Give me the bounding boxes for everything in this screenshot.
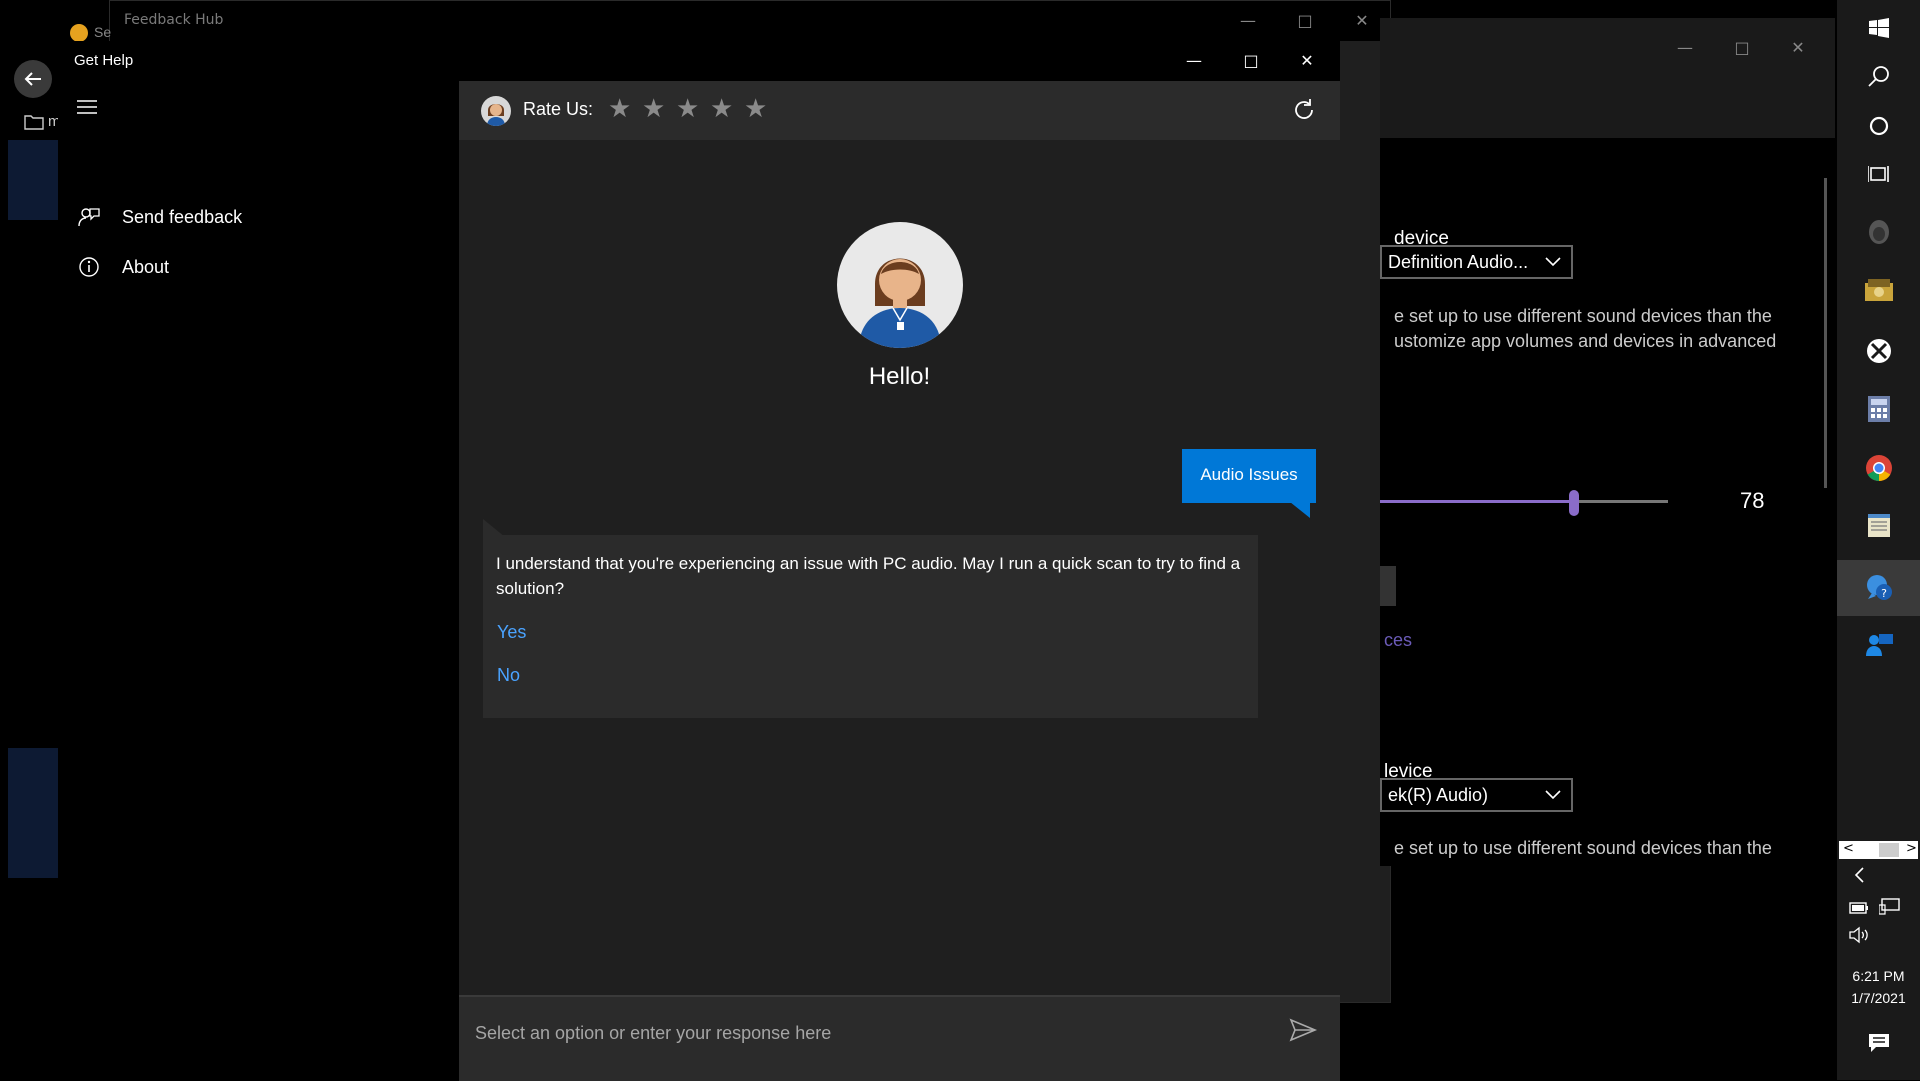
app-badge-icon bbox=[70, 24, 88, 42]
volume-value: 78 bbox=[1740, 488, 1765, 513]
chrome-icon[interactable] bbox=[1837, 440, 1920, 496]
rating-star-4[interactable]: ★ bbox=[710, 96, 733, 122]
feedback-icon bbox=[78, 208, 100, 227]
option-yes[interactable]: Yes bbox=[497, 622, 526, 643]
get-help-window: Get Help — □ ✕ Send feedback About Rate … bbox=[58, 41, 1340, 1081]
option-no[interactable]: No bbox=[497, 665, 520, 686]
info-icon bbox=[79, 257, 99, 277]
overflow-scroll-bar[interactable]: < > bbox=[1839, 841, 1918, 859]
background-window-panel bbox=[8, 748, 60, 878]
response-input-area bbox=[459, 995, 1340, 1081]
chevron-right-icon[interactable]: > bbox=[1906, 841, 1917, 856]
hamburger-icon bbox=[77, 100, 97, 114]
calculator-icon[interactable] bbox=[1837, 381, 1920, 437]
bot-message-bubble: I understand that you're experiencing an… bbox=[483, 535, 1258, 718]
sound-settings-window: — □ ✕ device Definition Audio... e set u… bbox=[1380, 18, 1835, 866]
rating-star-3[interactable]: ★ bbox=[676, 96, 699, 122]
scroll-thumb[interactable] bbox=[1879, 843, 1899, 857]
close-button[interactable]: ✕ bbox=[1350, 9, 1374, 33]
alienware-icon[interactable] bbox=[1837, 204, 1920, 260]
settings-body: device Definition Audio... e set up to u… bbox=[1380, 138, 1835, 866]
background-window-panel bbox=[8, 140, 60, 220]
tab-label: Se bbox=[94, 24, 112, 40]
minimize-button[interactable]: — bbox=[1182, 49, 1206, 73]
rating-star-2[interactable]: ★ bbox=[642, 96, 665, 122]
people-icon[interactable] bbox=[1837, 617, 1920, 673]
rating-star-1[interactable]: ★ bbox=[608, 96, 631, 122]
nav-about-label: About bbox=[122, 256, 170, 277]
close-button[interactable]: ✕ bbox=[1295, 49, 1319, 73]
battery-icon[interactable] bbox=[1849, 900, 1869, 919]
svg-text:?: ? bbox=[1881, 587, 1887, 600]
volume-slider-fill bbox=[1380, 500, 1575, 503]
title-bar: Get Help — □ ✕ bbox=[58, 41, 1340, 81]
navigation-pane: Send feedback About bbox=[58, 81, 459, 1041]
get-help-icon[interactable]: ? bbox=[1837, 560, 1920, 616]
user-message-bubble: Audio Issues bbox=[1182, 449, 1316, 503]
output-description-line: ustomize app volumes and devices in adva… bbox=[1394, 331, 1777, 351]
output-description-line: e set up to use different sound devices … bbox=[1394, 306, 1772, 326]
rate-us-label: Rate Us: bbox=[523, 99, 594, 119]
agent-avatar-small bbox=[481, 96, 511, 126]
window-title: Get Help bbox=[74, 52, 134, 69]
back-button[interactable] bbox=[14, 60, 52, 98]
scrollbar[interactable] bbox=[1824, 178, 1827, 488]
maximize-button[interactable]: □ bbox=[1293, 9, 1317, 33]
bot-message-text: I understand that you're experiencing an… bbox=[496, 554, 1241, 598]
arrow-left-icon bbox=[24, 72, 41, 86]
hamburger-menu-button[interactable] bbox=[76, 99, 104, 123]
maximize-button[interactable]: □ bbox=[1730, 36, 1754, 60]
input-device-value: ek(R) Audio) bbox=[1388, 785, 1489, 805]
device-properties-link[interactable]: ces bbox=[1384, 630, 1412, 651]
clock-time[interactable]: 6:21 PM bbox=[1837, 968, 1920, 984]
user-message-text: Audio Issues bbox=[1200, 465, 1298, 484]
action-center-icon[interactable] bbox=[1868, 1033, 1890, 1057]
clock-date[interactable]: 1/7/2021 bbox=[1837, 990, 1920, 1006]
user-bubble-tail bbox=[1290, 502, 1310, 518]
chevron-down-icon bbox=[1545, 257, 1561, 267]
nav-send-feedback[interactable]: Send feedback bbox=[78, 197, 242, 237]
refresh-icon[interactable] bbox=[1290, 96, 1318, 124]
search-icon[interactable] bbox=[1837, 48, 1920, 104]
show-hidden-icons[interactable] bbox=[1817, 860, 1900, 890]
notepad-icon[interactable] bbox=[1837, 498, 1920, 554]
output-device-dropdown[interactable]: Definition Audio... bbox=[1380, 245, 1573, 279]
chat-pane: Rate Us: ★ ★ ★ ★ ★ Hello! Audio Issues I… bbox=[459, 81, 1340, 1081]
volume-slider-thumb[interactable] bbox=[1569, 490, 1579, 516]
window-title: Feedback Hub bbox=[124, 12, 224, 28]
minimize-button[interactable]: — bbox=[1673, 36, 1697, 60]
file-icon[interactable] bbox=[1837, 262, 1920, 318]
chevron-down-icon bbox=[1545, 790, 1561, 800]
agent-greeting: Hello! bbox=[868, 363, 931, 390]
taskbar: ? < > 6:21 PM 1/7/2021 bbox=[1837, 0, 1920, 1080]
volume-icon[interactable] bbox=[1849, 926, 1871, 948]
settings-header: — □ ✕ bbox=[1380, 18, 1835, 138]
troubleshoot-button[interactable] bbox=[1380, 566, 1396, 606]
xbox-icon[interactable] bbox=[1837, 323, 1920, 379]
output-device-value: Definition Audio... bbox=[1388, 252, 1529, 272]
rating-star-5[interactable]: ★ bbox=[744, 96, 767, 122]
input-description-line: e set up to use different sound devices … bbox=[1394, 838, 1772, 858]
network-icon[interactable] bbox=[1878, 898, 1901, 920]
close-button[interactable]: ✕ bbox=[1786, 36, 1810, 60]
response-input[interactable] bbox=[473, 1017, 1277, 1049]
rate-bar: Rate Us: ★ ★ ★ ★ ★ bbox=[459, 81, 1340, 140]
chevron-left-icon[interactable]: < bbox=[1843, 841, 1854, 856]
nav-about[interactable]: About bbox=[78, 247, 169, 287]
nav-send-feedback-label: Send feedback bbox=[122, 206, 243, 227]
folder-icon bbox=[24, 114, 44, 134]
minimize-button[interactable]: — bbox=[1236, 9, 1260, 33]
agent-avatar bbox=[837, 222, 963, 348]
maximize-button[interactable]: □ bbox=[1239, 49, 1263, 73]
title-bar: Feedback Hub — □ ✕ bbox=[110, 1, 1390, 41]
send-icon[interactable] bbox=[1288, 1015, 1318, 1045]
task-view-icon[interactable] bbox=[1837, 146, 1920, 202]
input-device-dropdown[interactable]: ek(R) Audio) bbox=[1380, 778, 1573, 812]
